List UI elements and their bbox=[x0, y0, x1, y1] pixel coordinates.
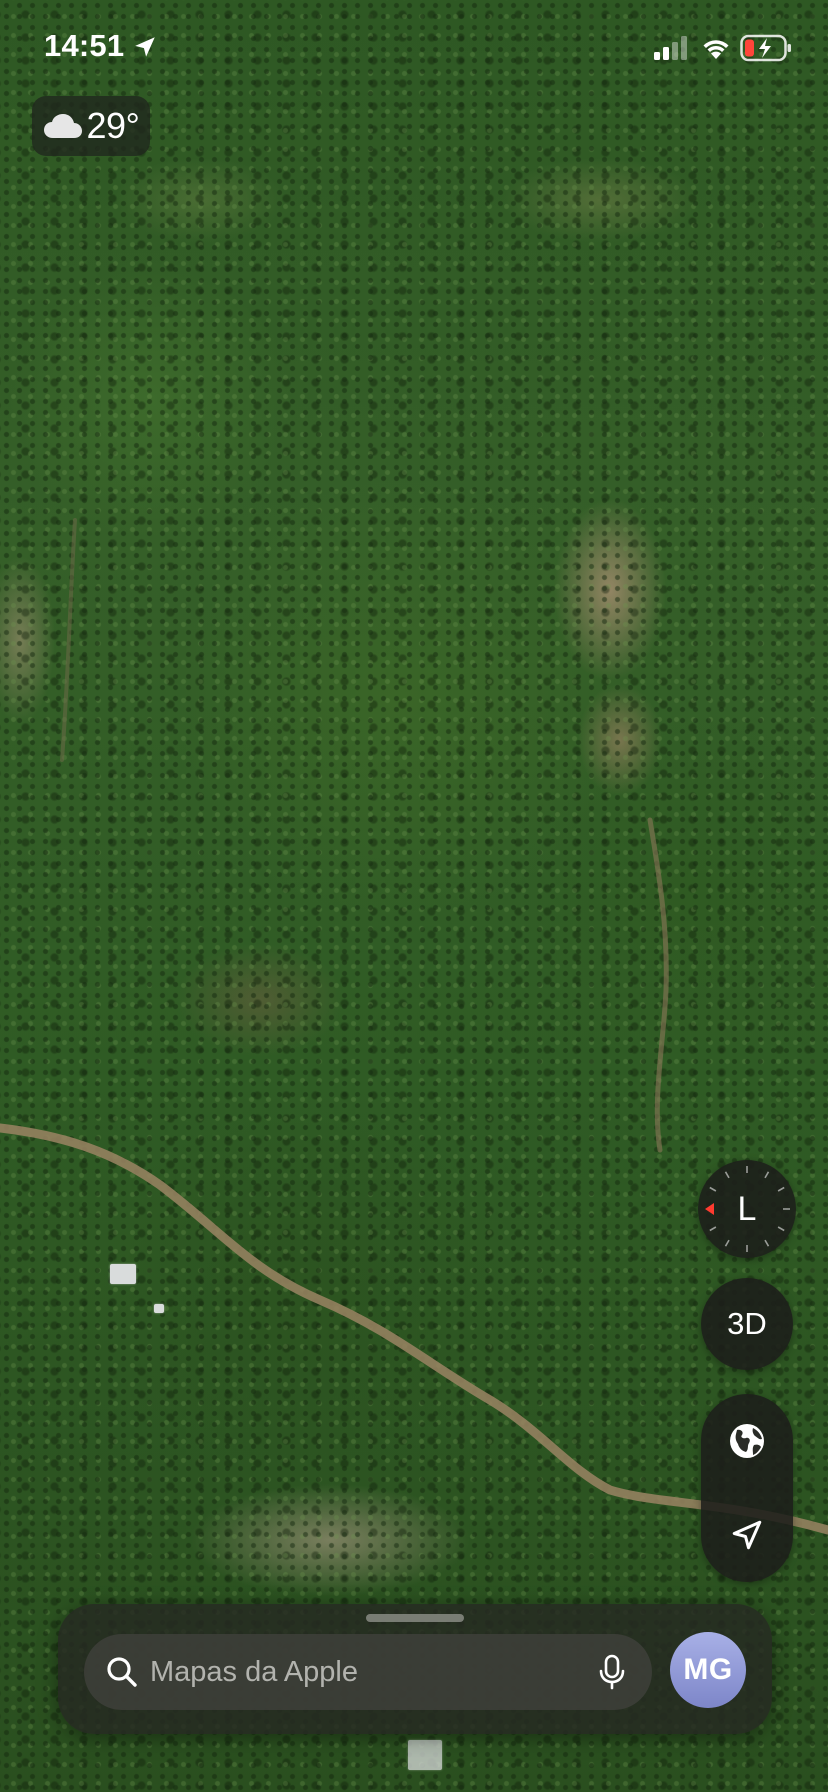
building-roof bbox=[110, 1264, 136, 1284]
globe-icon bbox=[730, 1424, 764, 1458]
map-controls-group bbox=[701, 1394, 793, 1582]
sheet-grabber-handle[interactable] bbox=[366, 1614, 464, 1622]
status-time: 14:51 bbox=[44, 28, 125, 63]
search-sheet[interactable]: Mapas da Apple MG bbox=[58, 1604, 772, 1734]
location-arrow-icon bbox=[732, 1520, 762, 1550]
search-input[interactable]: Mapas da Apple bbox=[84, 1634, 652, 1710]
3d-view-button[interactable]: 3D bbox=[701, 1278, 793, 1370]
battery-charging-icon bbox=[740, 34, 791, 62]
microphone-icon[interactable] bbox=[598, 1654, 626, 1690]
wifi-icon bbox=[703, 40, 729, 59]
building-roof-bottom bbox=[408, 1740, 442, 1770]
cloud-icon bbox=[43, 114, 82, 138]
building-roof-small bbox=[154, 1304, 164, 1313]
compass-button[interactable]: L bbox=[698, 1160, 796, 1258]
compass-direction-letter: L bbox=[737, 1189, 757, 1228]
profile-avatar-button[interactable]: MG bbox=[670, 1632, 746, 1708]
status-bar: 14:51 bbox=[0, 0, 828, 100]
search-icon bbox=[107, 1657, 137, 1687]
locate-me-button[interactable] bbox=[701, 1488, 793, 1582]
location-arrow-icon bbox=[135, 37, 155, 57]
cellular-signal-icon bbox=[654, 36, 687, 60]
weather-temperature: 29° bbox=[86, 105, 140, 146]
map-mode-button[interactable] bbox=[701, 1394, 793, 1488]
maps-screen: 14:51 29° L 3D Mapas da Apple MG bbox=[0, 0, 828, 1792]
search-placeholder: Mapas da Apple bbox=[150, 1656, 358, 1688]
weather-pill[interactable]: 29° bbox=[32, 96, 150, 156]
